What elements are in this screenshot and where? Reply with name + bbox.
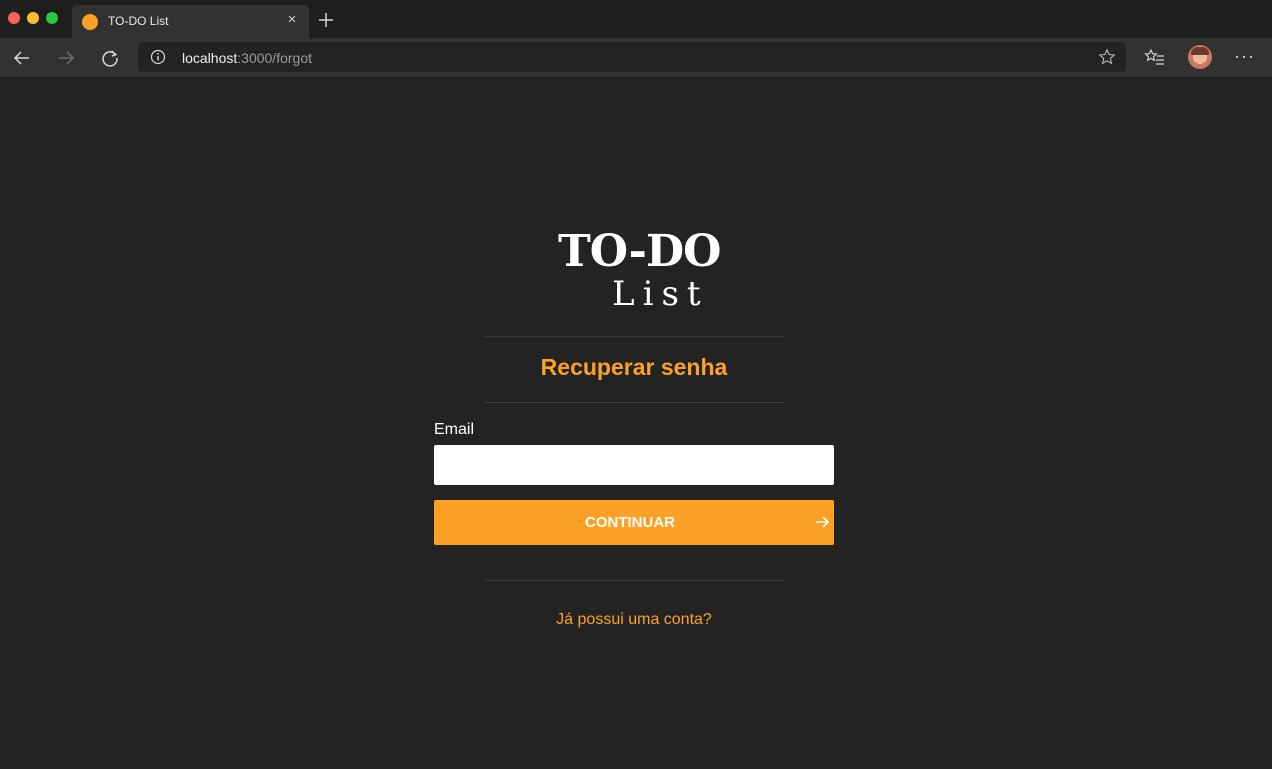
browser-toolbar: localhost:3000/forgot ··· [0, 38, 1272, 78]
continue-button[interactable]: CONTINUAR [434, 500, 834, 545]
app-logo: TO-DO List [558, 226, 721, 316]
browser-tab[interactable]: TO-DO List × [72, 5, 309, 38]
tab-close-button[interactable]: × [283, 11, 301, 29]
minimize-window-button[interactable] [27, 12, 39, 24]
arrow-right-icon [816, 516, 830, 528]
logo-line-2: List [612, 274, 709, 314]
maximize-window-button[interactable] [46, 12, 58, 24]
url-host: localhost [182, 50, 238, 66]
site-info-icon[interactable] [150, 49, 166, 65]
email-input[interactable] [434, 445, 834, 485]
reload-icon[interactable] [99, 47, 121, 69]
email-label: Email [434, 421, 475, 438]
page-title: Recuperar senha [540, 354, 728, 380]
forward-icon[interactable] [55, 47, 77, 69]
divider-top [484, 336, 784, 337]
favorites-list-icon[interactable] [1144, 47, 1166, 69]
favicon-icon [82, 14, 98, 30]
address-bar[interactable]: localhost:3000/forgot [138, 42, 1126, 72]
window-titlebar: TO-DO List × [0, 0, 1272, 38]
more-options-icon[interactable]: ··· [1234, 46, 1255, 67]
divider-middle [484, 402, 784, 403]
logo-line-1: TO-DO [558, 226, 721, 277]
divider-bottom [484, 580, 784, 581]
close-window-button[interactable] [8, 12, 20, 24]
tab-title: TO-DO List [108, 14, 169, 28]
continue-button-label: CONTINUAR [585, 514, 675, 531]
login-link[interactable]: Já possui uma conta? [434, 611, 834, 629]
back-icon[interactable] [11, 47, 33, 69]
page-content: TO-DO List Recuperar senha Email CONTINU… [0, 78, 1272, 769]
favorite-star-icon[interactable] [1098, 48, 1116, 66]
url-path: :3000/forgot [237, 50, 312, 66]
profile-avatar[interactable] [1188, 45, 1212, 69]
url-text: localhost:3000/forgot [182, 50, 312, 66]
new-tab-button[interactable] [316, 10, 336, 30]
avatar-hair [1191, 47, 1209, 55]
